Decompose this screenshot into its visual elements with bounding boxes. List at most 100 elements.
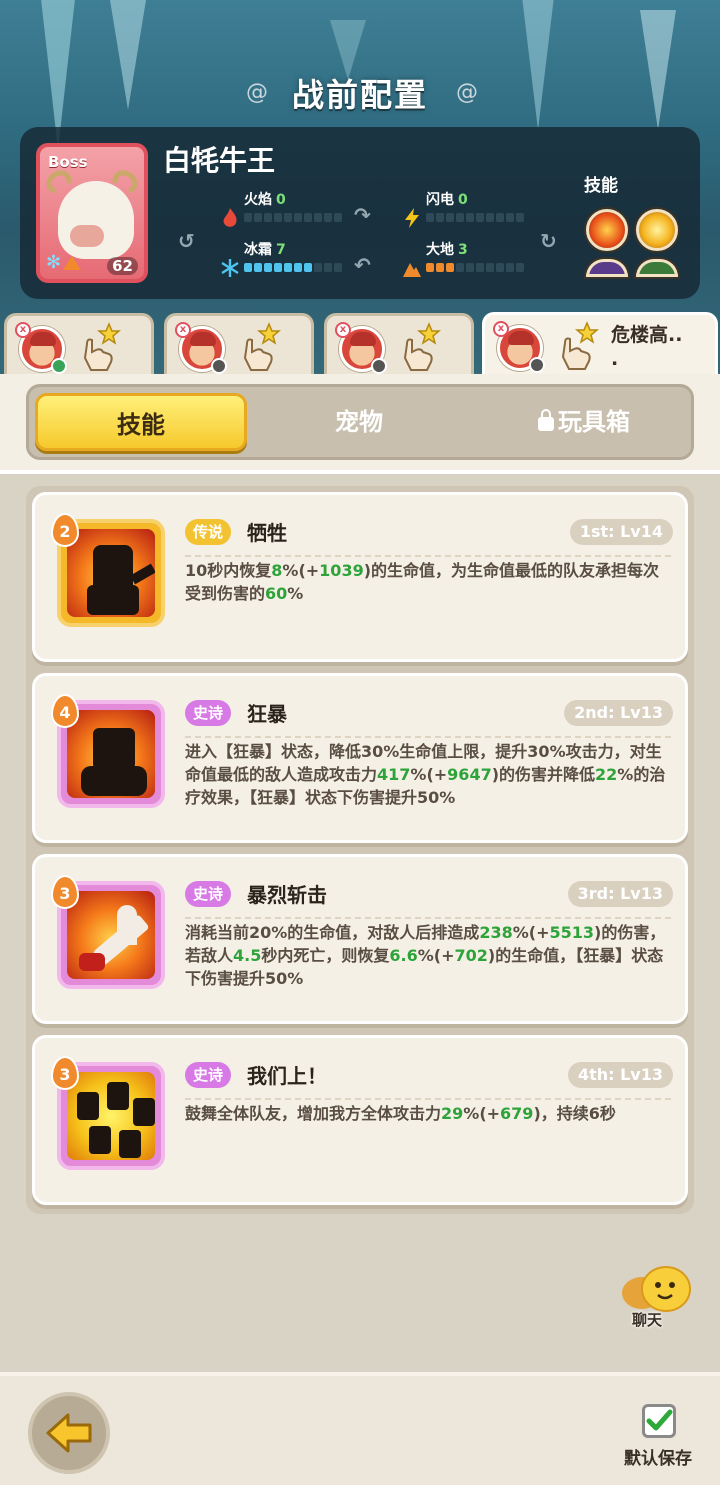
hand-star-icon — [243, 322, 281, 371]
rarity-badge: 史诗 — [185, 1062, 232, 1088]
default-save-label: 默认保存 — [624, 1449, 692, 1469]
category-segmented-control: 技能 宠物 玩具箱 — [26, 384, 694, 460]
description-text: )的伤害并降低 — [491, 765, 596, 784]
lightning-icon — [405, 208, 419, 228]
fire-icon — [223, 208, 237, 227]
element-label: 闪电 0 — [426, 192, 468, 208]
skill-slot-level: 2nd: Lv13 — [564, 700, 673, 726]
snowflake-icon: ✻ — [46, 252, 62, 273]
highlight-value: 29 — [441, 1104, 464, 1123]
remove-icon[interactable]: x — [335, 322, 351, 338]
divider — [185, 917, 671, 919]
boss-level: 62 — [107, 257, 138, 275]
rarity-badge: 史诗 — [185, 700, 232, 726]
element-bar — [426, 263, 524, 272]
hand-star-icon — [83, 322, 121, 371]
skill-description: 进入【狂暴】状态，降低30%生命值上限，提升30%攻击力，对生命值最低的敌人造成… — [185, 740, 673, 809]
boss-tag: Boss — [48, 153, 88, 171]
remove-icon[interactable]: x — [15, 322, 31, 338]
skill-rank-badge: 2 — [51, 513, 79, 547]
element-bar — [426, 213, 524, 222]
element-label: 火焰 0 — [244, 192, 286, 208]
hero-badge-icon — [371, 358, 387, 374]
default-save-checkbox[interactable] — [642, 1404, 676, 1438]
chat-bubble-icon — [622, 1266, 691, 1312]
hero-badge-icon — [211, 358, 227, 374]
boss-skill-orb[interactable] — [636, 259, 678, 277]
boss-skill-orb[interactable] — [586, 259, 628, 277]
skill-name: 狂暴 — [247, 702, 287, 726]
remove-icon[interactable]: x — [493, 321, 509, 337]
description-text: %(+ — [463, 1104, 501, 1123]
skill-card[interactable]: 4 史诗 狂暴 2nd: Lv13 进入【狂暴】状态，降低30%生命值上限，提升… — [32, 673, 688, 843]
highlight-value: 417 — [377, 765, 411, 784]
yak-snout — [70, 225, 104, 247]
team-tab-4[interactable]: x 危楼高.. . — [482, 312, 718, 382]
skill-name: 暴烈斩击 — [247, 883, 327, 907]
highlight-value: 679 — [500, 1104, 534, 1123]
hand-star-icon — [403, 322, 441, 371]
skill-rank-badge: 4 — [51, 694, 79, 728]
description-text: )，持续6秒 — [533, 1104, 616, 1123]
checkmark-icon — [646, 1409, 673, 1431]
cycle-arrow-icon: ↷ — [354, 203, 371, 227]
element-bar — [244, 213, 342, 222]
tab-pets[interactable]: 宠物 — [259, 393, 459, 451]
description-text: 鼓舞全体队友，增加我方全体攻击力 — [185, 1104, 442, 1123]
rage-icon — [67, 710, 155, 798]
skill-description: 鼓舞全体队友，增加我方全体攻击力29%(+679)，持续6秒 — [185, 1102, 673, 1125]
description-text: %(+ — [417, 946, 455, 965]
divider — [185, 555, 671, 557]
tab-skills[interactable]: 技能 — [35, 393, 247, 451]
boss-portrait[interactable]: Boss ✻ 62 — [36, 143, 148, 283]
chat-label: 聊天 — [632, 1311, 663, 1329]
chat-button[interactable]: 聊天 — [620, 1265, 696, 1331]
skill-description: 消耗当前20%的生命值，对敌人后排造成238%(+5513)的伤害，若敌人4.5… — [185, 921, 673, 990]
back-arrow-icon — [46, 1413, 92, 1453]
boss-skill-orb[interactable] — [636, 209, 678, 251]
divider — [185, 1098, 671, 1100]
hero-badge-icon — [529, 357, 545, 373]
hand-star-icon — [561, 321, 599, 370]
team-tab-3[interactable]: x — [324, 313, 474, 381]
skill-card[interactable]: 2 传说 牺牲 1st: Lv14 10秒内恢复8%(+1039)的生命值，为生… — [32, 492, 688, 662]
rarity-badge: 传说 — [185, 519, 232, 545]
back-button[interactable] — [28, 1392, 110, 1474]
boss-skills-label: 技能 — [584, 176, 618, 196]
cycle-arrow-icon: ↶ — [354, 253, 371, 277]
skill-card[interactable]: 3 史诗 我们上！ 4th: Lv13 鼓舞全体队友，增加我方全体攻击力29%(… — [32, 1035, 688, 1205]
description-text: 消耗当前20%的生命值，对敌人后排造成 — [185, 923, 480, 942]
skill-card[interactable]: 3 史诗 暴烈斩击 3rd: Lv13 消耗当前20%的生命值，对敌人后排造成2… — [32, 854, 688, 1024]
highlight-value: 22 — [595, 765, 618, 784]
tab-toybox[interactable]: 玩具箱 — [479, 393, 689, 451]
description-text: 秒内死亡，则恢复 — [261, 946, 390, 965]
remove-icon[interactable]: x — [175, 322, 191, 338]
earth-icon — [63, 256, 82, 270]
team-tab-1[interactable]: x — [4, 313, 154, 381]
highlight-value: 1039 — [319, 561, 364, 580]
skill-rank-badge: 3 — [51, 1056, 79, 1090]
team-tab-2[interactable]: x — [164, 313, 314, 381]
highlight-value: 60 — [265, 584, 288, 603]
boss-skill-orb[interactable] — [586, 209, 628, 251]
tab-toybox-label: 玩具箱 — [558, 408, 630, 436]
slash-icon — [67, 891, 155, 979]
snowflake-icon — [221, 259, 239, 277]
yak-body — [58, 181, 134, 259]
lock-icon — [538, 409, 554, 431]
description-text: %(+ — [512, 923, 550, 942]
page-title: 战前配置 — [291, 76, 428, 114]
skill-rank-badge: 3 — [51, 875, 79, 909]
skill-slot-level: 4th: Lv13 — [567, 1062, 673, 1088]
highlight-value: 5513 — [549, 923, 594, 942]
earth-icon — [403, 263, 421, 277]
description-text: % — [287, 584, 304, 603]
sacrifice-icon — [67, 529, 155, 617]
boss-info-panel: Boss ✻ 62 白牦牛王 火焰 0 闪电 0 冰霜 7 大地 3 ↷ ↺ ↻… — [20, 127, 700, 299]
boss-name: 白牦牛王 — [163, 144, 276, 177]
element-label: 大地 3 — [426, 242, 468, 258]
skill-slot-level: 3rd: Lv13 — [567, 881, 673, 907]
skill-slot-level: 1st: Lv14 — [569, 519, 673, 545]
skill-name: 我们上！ — [247, 1064, 327, 1088]
skill-description: 10秒内恢复8%(+1039)的生命值，为生命值最低的队友承担每次受到伤害的60… — [185, 559, 673, 605]
